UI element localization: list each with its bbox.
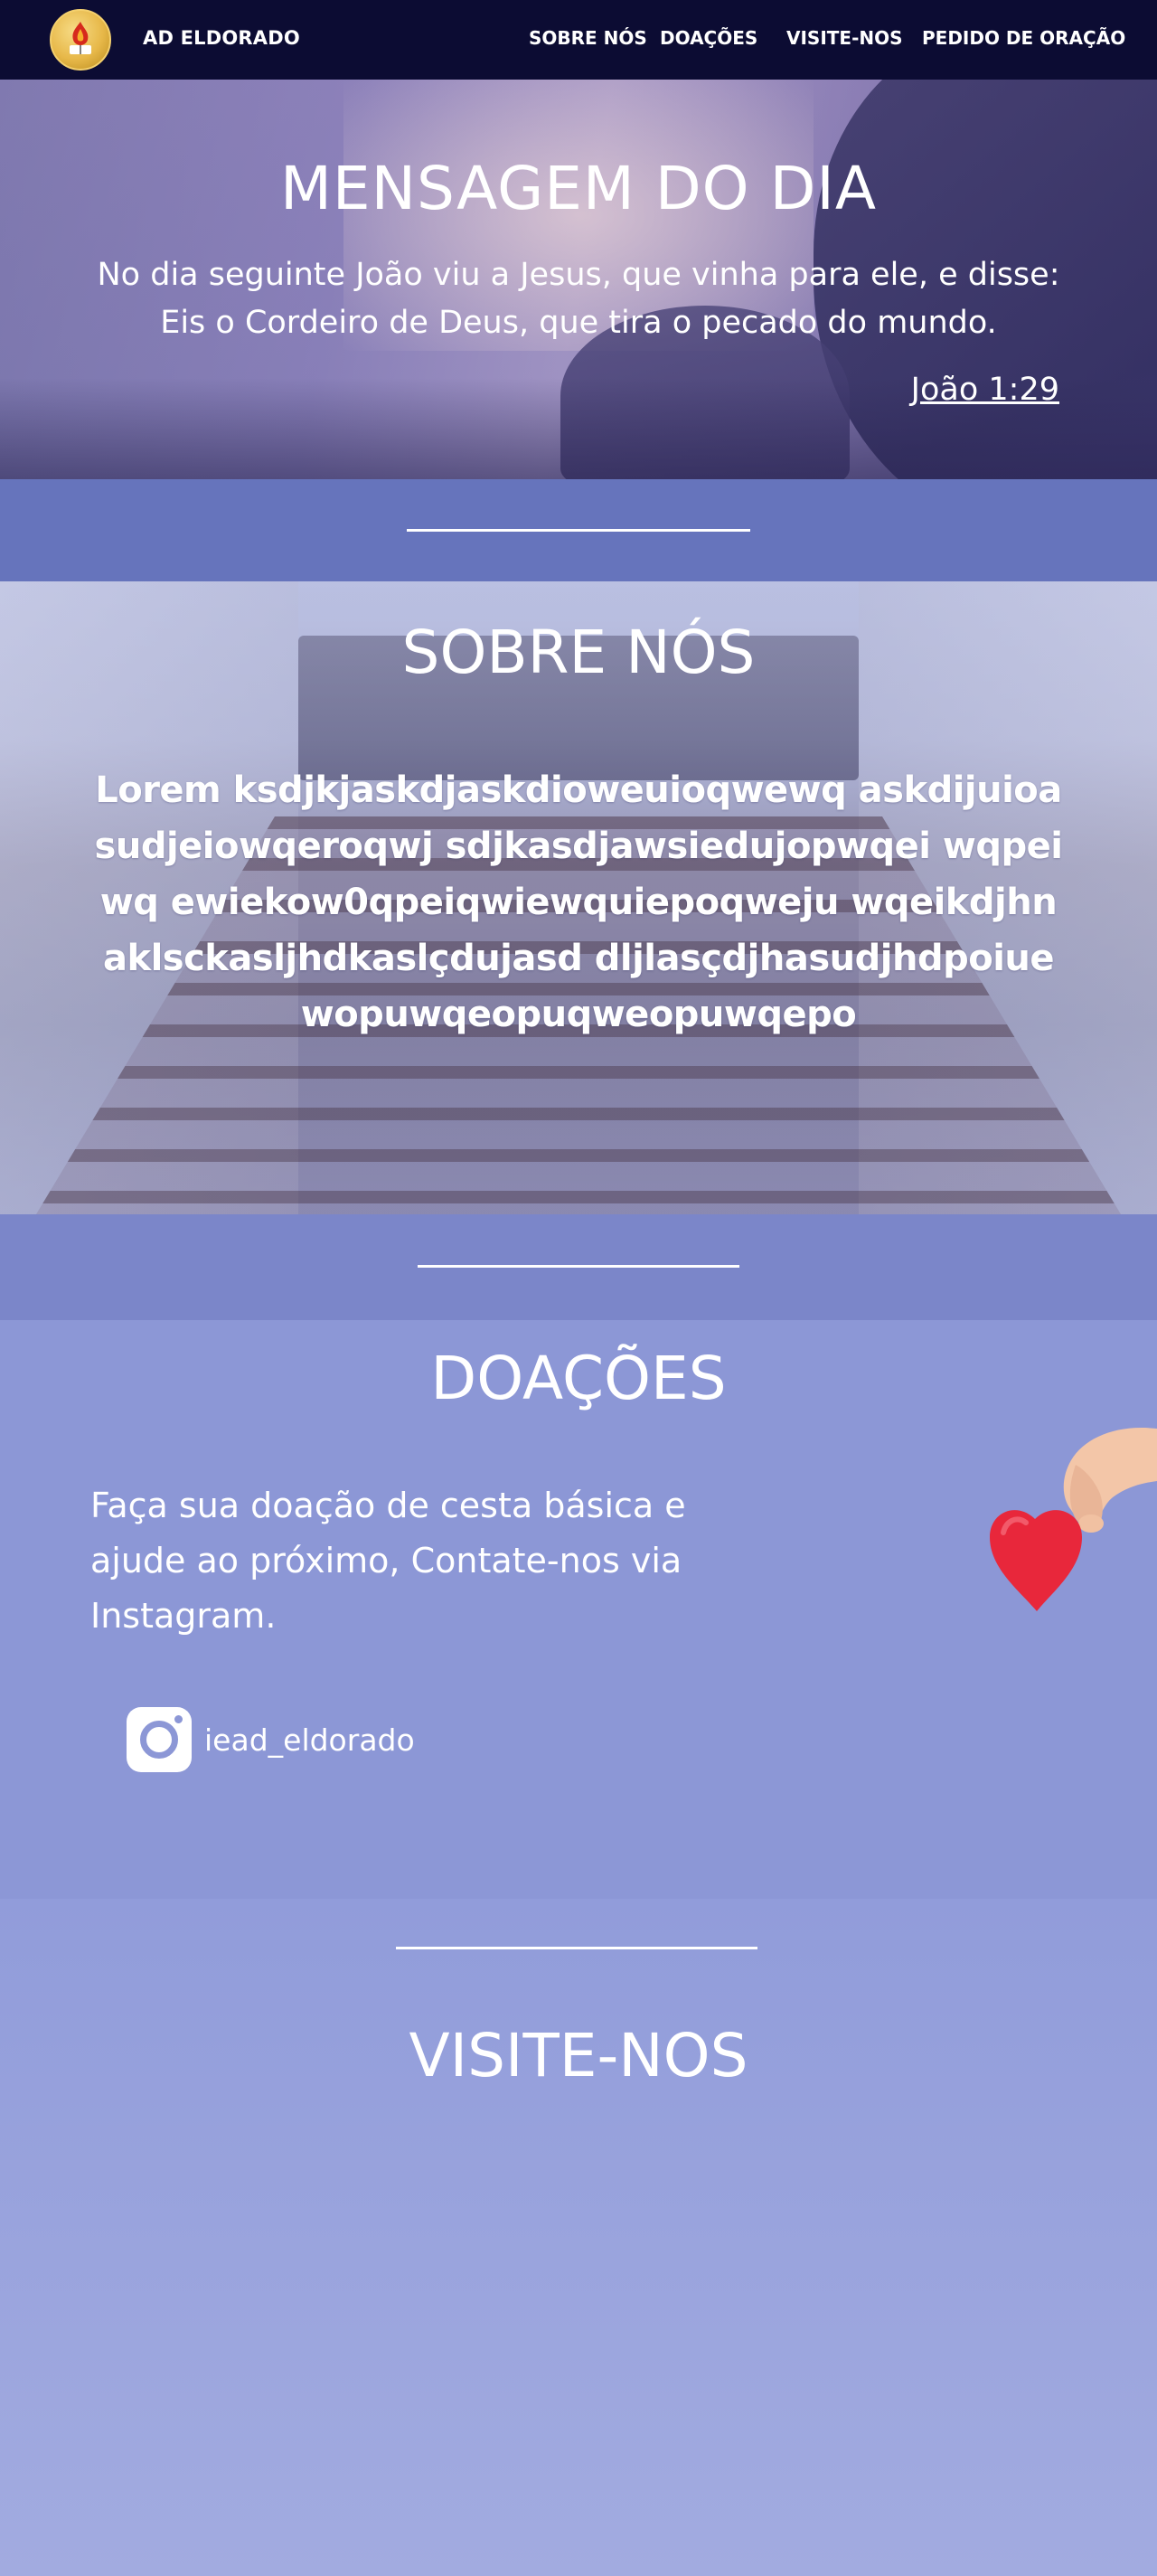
donations-section: DOAÇÕES Faça sua doação de cesta básica … bbox=[0, 1320, 1157, 1899]
navbar: AD ELDORADO SOBRE NÓS DOAÇÕES VISITE-NOS… bbox=[0, 0, 1157, 80]
visit-title: VISITE-NOS bbox=[409, 2021, 748, 2090]
brand-name[interactable]: AD ELDORADO bbox=[143, 27, 300, 49]
flame-bible-icon bbox=[70, 22, 91, 54]
about-title: SOBRE NÓS bbox=[401, 618, 756, 687]
church-logo[interactable] bbox=[50, 9, 111, 71]
instagram-icon bbox=[127, 1707, 192, 1772]
daily-verse-text: No dia seguinte João viu a Jesus, que vi… bbox=[97, 257, 1060, 341]
about-text: Lorem ksdjkjaskdjaskdioweuioqwewq askdij… bbox=[94, 769, 1063, 1035]
nav-link-visite-nos[interactable]: VISITE-NOS bbox=[786, 27, 903, 49]
instagram-handle: iead_eldorado bbox=[204, 1722, 415, 1758]
about-section: SOBRE NÓS Lorem ksdjkjaskdjaskdioweuioqw… bbox=[0, 581, 1157, 1214]
divider-line bbox=[418, 1265, 739, 1268]
instagram-link[interactable]: iead_eldorado bbox=[127, 1707, 415, 1772]
divider-line bbox=[407, 529, 750, 532]
visit-section: VISITE-NOS bbox=[0, 1899, 1157, 2576]
daily-message-section: MENSAGEM DO DIA No dia seguinte João viu… bbox=[0, 80, 1157, 479]
donations-title: DOAÇÕES bbox=[430, 1344, 727, 1413]
section-divider-band bbox=[0, 1214, 1157, 1320]
nav-link-pedido-de-oracao[interactable]: PEDIDO DE ORAÇÃO bbox=[922, 27, 1125, 49]
nav-link-sobre-nos[interactable]: SOBRE NÓS bbox=[529, 27, 647, 49]
verse-reference-link[interactable]: João 1:29 bbox=[911, 372, 1059, 408]
section-divider-band bbox=[0, 479, 1157, 581]
divider-line bbox=[396, 1947, 757, 1949]
nav-link-doacoes[interactable]: DOAÇÕES bbox=[660, 27, 757, 49]
daily-message-title: MENSAGEM DO DIA bbox=[279, 154, 878, 223]
heart-hand-image bbox=[990, 1428, 1157, 1611]
donations-text: Faça sua doação de cesta básica e ajude … bbox=[90, 1486, 686, 1636]
